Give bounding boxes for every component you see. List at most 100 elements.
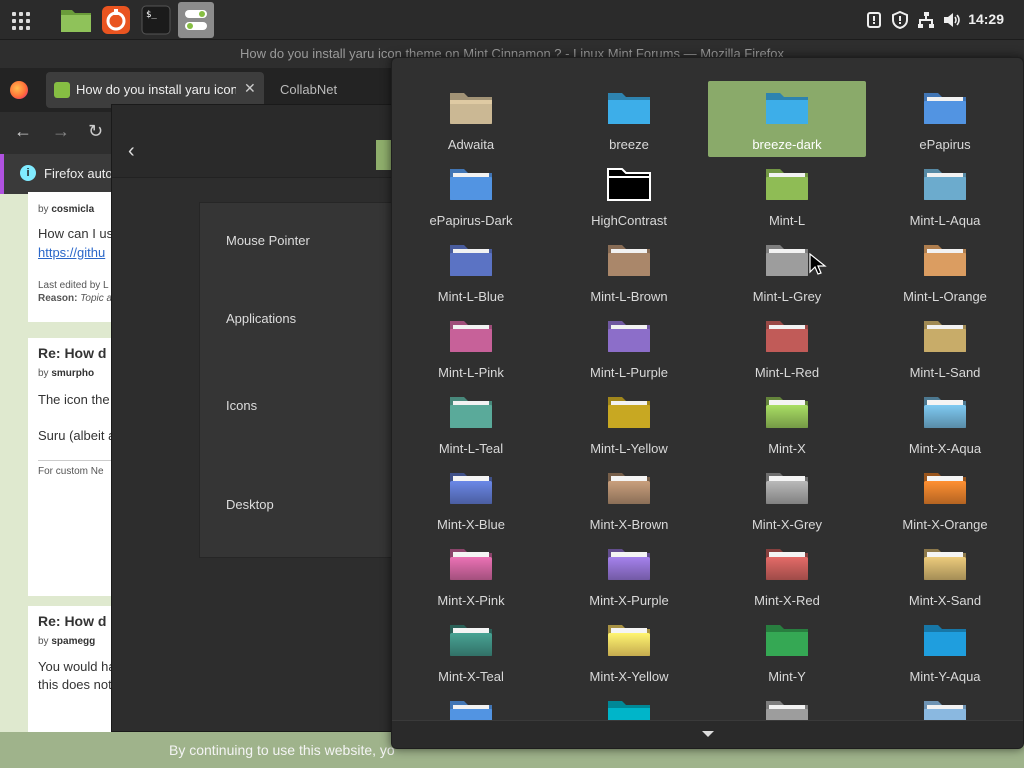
icon-theme-label: Mint-X-Pink (437, 593, 505, 608)
clock[interactable]: 14:29 (968, 11, 1004, 27)
icon-theme-option[interactable]: Mint-X-Grey (708, 461, 866, 537)
folder-icon (924, 473, 966, 504)
post-author[interactable]: spamegg (51, 636, 95, 647)
folder-icon (608, 93, 650, 124)
back-chevron-icon[interactable]: ‹ (128, 141, 135, 161)
icon-theme-label: Mint-X-Purple (589, 593, 669, 608)
icon-theme-option[interactable]: Mint-X-Teal (392, 613, 550, 689)
icon-theme-label: Mint-L-Teal (438, 441, 504, 456)
icon-theme-option[interactable]: Mint-X-Purple (550, 537, 708, 613)
scroll-down-icon[interactable] (702, 731, 714, 737)
icon-theme-option[interactable]: Mint-L (708, 157, 866, 233)
header-toggle[interactable] (376, 140, 392, 170)
icon-theme-label: Mint-X-Aqua (908, 441, 982, 456)
post-link[interactable]: https://githu (38, 245, 105, 260)
tab-active[interactable]: How do you install yaru icon theme on Mi… (46, 72, 264, 108)
setting-mouse-pointer[interactable]: Mouse Pointer (226, 233, 310, 248)
icon-theme-label: breeze (609, 137, 649, 152)
icon-theme-option[interactable]: breeze-dark (708, 81, 866, 157)
firefox-icon[interactable] (98, 2, 134, 38)
icon-theme-option[interactable]: Mint-L-Sand (866, 309, 1023, 385)
icon-theme-option[interactable]: breeze (550, 81, 708, 157)
files-icon[interactable] (58, 2, 94, 38)
tab-collabnet[interactable]: CollabNet (280, 82, 337, 97)
setting-applications[interactable]: Applications (226, 311, 296, 326)
folder-icon (608, 473, 650, 504)
folder-icon (608, 321, 650, 352)
icon-theme-option[interactable]: Mint-L-Teal (392, 385, 550, 461)
icon-theme-label: Mint-X-Teal (438, 669, 504, 684)
post-byline: by smurpho (38, 368, 95, 379)
icon-theme-option[interactable]: Mint-Y (708, 613, 866, 689)
icon-theme-chooser: Adwaita breeze breeze-dark ePapirus ePapirus… (391, 57, 1024, 749)
terminal-icon[interactable]: $_ (138, 2, 174, 38)
icon-theme-label: ePapirus (919, 137, 971, 152)
folder-icon (924, 169, 966, 200)
icon-theme-option[interactable]: Mint-X-Yellow (550, 613, 708, 689)
icon-theme-option[interactable]: Mint-L-Pink (392, 309, 550, 385)
icon-theme-option[interactable]: Mint-L-Aqua (866, 157, 1023, 233)
icon-theme-option[interactable]: Mint-L-Red (708, 309, 866, 385)
icon-theme-option[interactable]: Mint-Y-Aqua (866, 613, 1023, 689)
folder-icon (766, 549, 808, 580)
notification-text: Firefox auto (44, 166, 113, 181)
folder-icon (608, 549, 650, 580)
volume-icon[interactable] (942, 10, 962, 30)
post-title[interactable]: Re: How d (38, 613, 106, 629)
post-byline: by cosmicla (38, 204, 95, 215)
shield-icon[interactable] (890, 10, 910, 30)
setting-icons[interactable]: Icons (226, 398, 257, 413)
icon-theme-option[interactable]: Mint-X-Brown (550, 461, 708, 537)
icon-theme-option[interactable]: Mint-X (708, 385, 866, 461)
themes-window: ‹ Mouse Pointer Applications Icons Deskt… (111, 104, 412, 732)
svg-text:$_: $_ (146, 10, 157, 20)
icon-theme-option[interactable]: Mint-X-Pink (392, 537, 550, 613)
icon-theme-label: Mint-X-Yellow (589, 669, 669, 684)
icon-theme-grid: Adwaita breeze breeze-dark ePapirus ePapirus… (392, 58, 1023, 732)
post-title[interactable]: Re: How d (38, 345, 106, 361)
icon-theme-label: Mint-L-Pink (438, 365, 504, 380)
folder-icon (450, 245, 492, 276)
icon-theme-option[interactable]: HighContrast (550, 157, 708, 233)
info-icon: i (20, 165, 36, 181)
icon-theme-option[interactable]: Mint-X-Blue (392, 461, 550, 537)
icon-theme-option[interactable]: Mint-X-Red (708, 537, 866, 613)
icon-theme-option[interactable]: Mint-L-Brown (550, 233, 708, 309)
apps-grid-icon[interactable] (2, 2, 38, 38)
update-manager-icon[interactable] (864, 10, 884, 30)
forward-arrow-icon[interactable]: → (52, 121, 70, 142)
tab-label: How do you install yaru icon theme on Mi… (76, 82, 236, 97)
icon-theme-label: Mint-X-Blue (437, 517, 505, 532)
icon-theme-option[interactable]: Mint-L-Purple (550, 309, 708, 385)
post-text: this does not (38, 677, 112, 692)
setting-desktop[interactable]: Desktop (226, 497, 274, 512)
icon-theme-option[interactable]: Mint-L-Orange (866, 233, 1023, 309)
icon-theme-label: Mint-L-Orange (903, 289, 987, 304)
folder-icon (450, 549, 492, 580)
post-author[interactable]: cosmicla (51, 204, 94, 215)
post-author[interactable]: smurpho (51, 368, 94, 379)
icon-theme-option[interactable]: Mint-X-Sand (866, 537, 1023, 613)
tab-close-icon[interactable]: ✕ (244, 80, 256, 97)
edit-reason: Reason: Topic a (38, 293, 113, 304)
icon-theme-option[interactable]: Mint-X-Aqua (866, 385, 1023, 461)
icon-theme-option[interactable]: Adwaita (392, 81, 550, 157)
reload-icon[interactable]: ↻ (88, 121, 103, 142)
settings-icon[interactable] (178, 2, 214, 38)
folder-icon (450, 473, 492, 504)
icon-theme-label: HighContrast (591, 213, 667, 228)
back-arrow-icon[interactable]: ← (14, 121, 32, 142)
icon-theme-label: Mint-X-Brown (589, 517, 669, 532)
icon-theme-label: Mint-L-Blue (437, 289, 505, 304)
icon-theme-option[interactable]: Mint-L-Yellow (550, 385, 708, 461)
firefox-menu-icon[interactable] (10, 81, 28, 99)
folder-icon (450, 169, 492, 200)
mint-favicon-icon (54, 82, 70, 98)
icon-theme-label: Mint-L-Brown (590, 289, 668, 304)
icon-theme-option[interactable]: ePapirus (866, 81, 1023, 157)
icon-theme-option[interactable]: Mint-X-Orange (866, 461, 1023, 537)
icon-theme-option[interactable]: Mint-L-Blue (392, 233, 550, 309)
network-icon[interactable] (916, 10, 936, 30)
icon-theme-option[interactable]: ePapirus-Dark (392, 157, 550, 233)
icon-theme-option[interactable]: Mint-L-Grey (708, 233, 866, 309)
